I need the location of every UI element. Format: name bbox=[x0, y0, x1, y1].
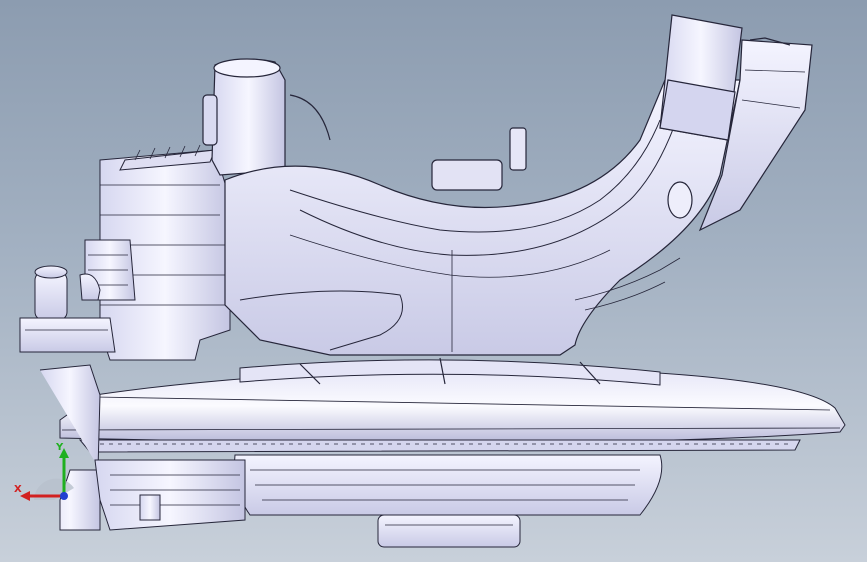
triad-x-label: X bbox=[14, 484, 22, 495]
triad-y-label: Y bbox=[55, 442, 64, 453]
hub-housing bbox=[234, 454, 663, 548]
brake-disc bbox=[59, 357, 846, 453]
cad-model-knuckle-assembly[interactable] bbox=[0, 0, 867, 562]
triad-graphic: X Y bbox=[14, 442, 74, 501]
view-orientation-triad[interactable]: X Y bbox=[12, 438, 82, 508]
graphics-viewport[interactable]: X Y bbox=[0, 0, 867, 562]
